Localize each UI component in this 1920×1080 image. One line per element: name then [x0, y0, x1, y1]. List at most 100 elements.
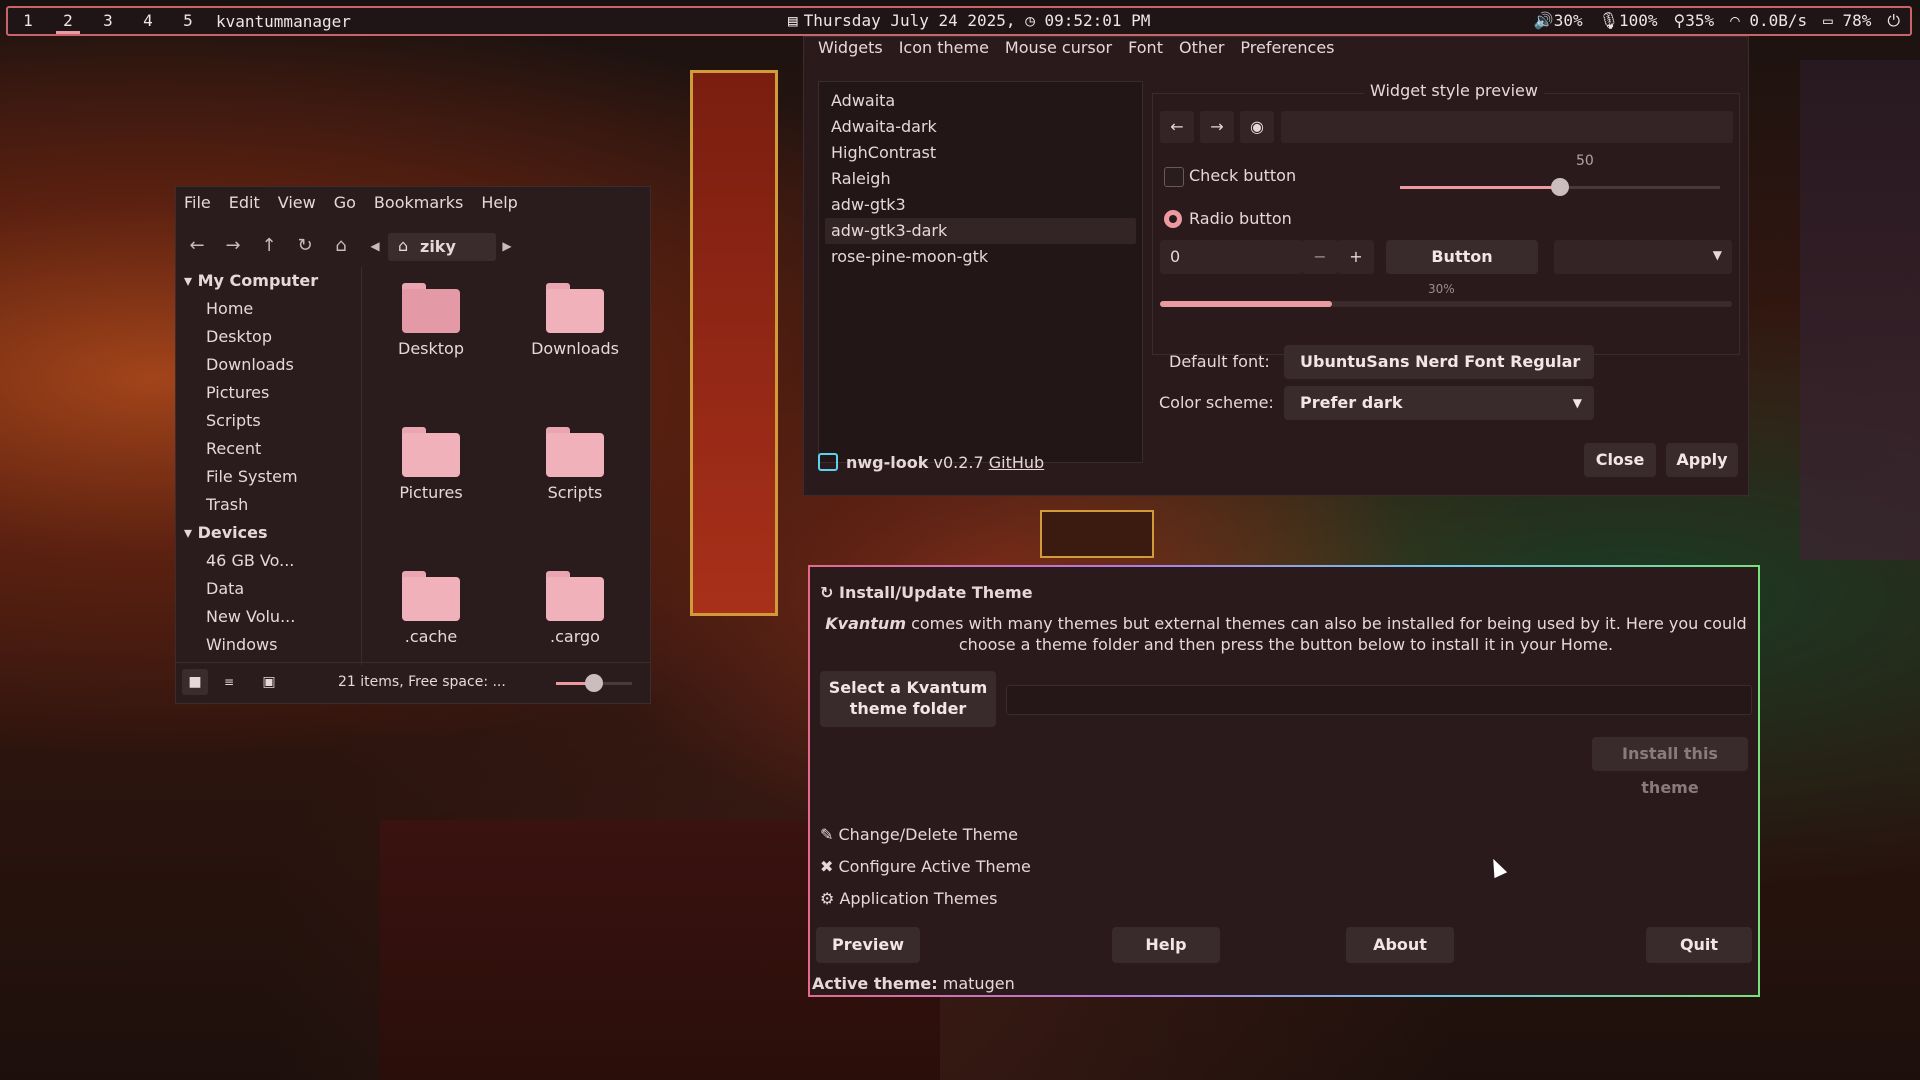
sidebar-header-my-computer[interactable]: ▾ My Computer — [176, 267, 361, 295]
change-delete-theme-link[interactable]: ✎ Change/Delete Theme — [820, 825, 1018, 844]
application-themes-link[interactable]: ⚙ Application Themes — [820, 889, 997, 908]
menu-file[interactable]: File — [184, 193, 211, 212]
sidebar-device-data[interactable]: Data — [176, 575, 361, 603]
home-icon[interactable]: ⌂ — [326, 229, 356, 263]
preview-label: Widget style preview — [1364, 81, 1544, 100]
install-theme-button[interactable]: Install this theme — [1592, 737, 1748, 797]
quit-button[interactable]: Quit — [1646, 927, 1752, 963]
file-item[interactable]: Downloads — [515, 283, 635, 358]
tab-mouse-cursor[interactable]: Mouse cursor — [1005, 37, 1112, 65]
up-icon[interactable]: ↑ — [254, 229, 284, 263]
folder-path-field[interactable] — [1006, 685, 1752, 715]
record-button[interactable]: ◉ — [1240, 111, 1274, 143]
menu-edit[interactable]: Edit — [229, 193, 260, 212]
tab-widgets[interactable]: Widgets — [818, 37, 883, 65]
check-button-box[interactable] — [1164, 167, 1184, 187]
zoom-slider[interactable] — [556, 674, 632, 692]
power-icon[interactable]: ⏻ — [1887, 8, 1900, 34]
preview-button[interactable]: Button — [1386, 240, 1538, 274]
font-chooser-button[interactable]: UbuntuSans Nerd Font Regular 13 — [1284, 345, 1594, 405]
sidebar-device-46gb[interactable]: 46 GB Vo... — [176, 547, 361, 575]
preview-button[interactable]: Preview — [816, 927, 920, 963]
spin-entry[interactable]: 0 — [1160, 240, 1302, 274]
slider-track[interactable] — [1400, 178, 1720, 196]
sidebar-device-new-volume[interactable]: New Volu... — [176, 603, 361, 631]
mic-indicator[interactable]: 🎙100% — [1599, 8, 1658, 34]
clock[interactable]: ▤ Thursday July 24 2025, ◷ 09:52:01 PM — [788, 8, 1150, 34]
close-button[interactable]: Close — [1584, 443, 1656, 477]
forward-button[interactable]: → — [1200, 111, 1234, 143]
tab-icon-theme[interactable]: Icon theme — [899, 37, 989, 65]
places-icon[interactable]: ■ — [182, 669, 208, 695]
volume-indicator[interactable]: 🔊30% — [1534, 8, 1583, 34]
progress-fill — [1160, 301, 1332, 307]
crumb-right-icon[interactable]: ▶ — [492, 229, 522, 263]
sidebar-item-pictures[interactable]: Pictures — [176, 379, 361, 407]
file-label: .cache — [404, 627, 458, 646]
theme-item[interactable]: rose-pine-moon-gtk — [819, 244, 1142, 270]
status-area: 🔊30% 🎙100% ⚲35% ◠ 0.0B/s ▭ 78% ⏻ — [1534, 8, 1900, 34]
radio-button-dot[interactable] — [1164, 210, 1182, 228]
file-item[interactable]: .cargo — [515, 571, 635, 646]
spin-plus-button[interactable]: + — [1338, 240, 1374, 274]
sidebar-item-trash[interactable]: Trash — [176, 491, 361, 519]
menu-go[interactable]: Go — [334, 193, 356, 212]
workspace-2[interactable]: 2 — [48, 8, 88, 34]
sidebar-device-windows[interactable]: Windows — [176, 631, 361, 659]
theme-item[interactable]: adw-gtk3 — [819, 192, 1142, 218]
preview-dropdown[interactable]: ▼ — [1554, 240, 1732, 274]
bluetooth-indicator[interactable]: ⚲35% — [1673, 8, 1714, 34]
sidebar-item-recent[interactable]: Recent — [176, 435, 361, 463]
workspace-3[interactable]: 3 — [88, 8, 128, 34]
tab-preferences[interactable]: Preferences — [1240, 37, 1334, 65]
sidebar-item-scripts[interactable]: Scripts — [176, 407, 361, 435]
theme-item[interactable]: Raleigh — [819, 166, 1142, 192]
sidebar-item-home[interactable]: Home — [176, 295, 361, 323]
theme-item[interactable]: Adwaita — [819, 88, 1142, 114]
back-icon[interactable]: ← — [182, 229, 212, 263]
reload-icon[interactable]: ↻ — [290, 229, 320, 263]
file-item[interactable]: Scripts — [515, 427, 635, 502]
tree-icon[interactable]: ≡ — [216, 669, 242, 695]
workspace-5[interactable]: 5 — [168, 8, 208, 34]
sidebar-item-file-system[interactable]: File System — [176, 463, 361, 491]
progress-bar — [1160, 301, 1732, 307]
sidebar-item-desktop[interactable]: Desktop — [176, 323, 361, 351]
apply-button[interactable]: Apply — [1666, 443, 1738, 477]
install-section-header[interactable]: ↻ Install/Update Theme — [820, 583, 1033, 602]
help-button[interactable]: Help — [1112, 927, 1220, 963]
sidebar-toggle-icon[interactable]: ▣ — [256, 669, 282, 695]
file-item[interactable]: .cache — [371, 571, 491, 646]
back-button[interactable]: ← — [1160, 111, 1194, 143]
spin-minus-button[interactable]: − — [1302, 240, 1338, 274]
menu-view[interactable]: View — [278, 193, 316, 212]
theme-item[interactable]: Adwaita-dark — [819, 114, 1142, 140]
slider-knob[interactable] — [1551, 178, 1569, 196]
sidebar-item-downloads[interactable]: Downloads — [176, 351, 361, 379]
active-theme-label: Active theme: — [812, 974, 938, 993]
sidebar-header-devices[interactable]: ▾ Devices — [176, 519, 361, 547]
workspace-1[interactable]: 1 — [8, 8, 48, 34]
select-folder-button[interactable]: Select a Kvantum theme folder — [820, 671, 996, 727]
menu-bookmarks[interactable]: Bookmarks — [374, 193, 463, 212]
forward-icon[interactable]: → — [218, 229, 248, 263]
chevron-down-icon: ▼ — [1712, 248, 1722, 262]
crumb-left-icon[interactable]: ◀ — [360, 229, 390, 263]
theme-item[interactable]: HighContrast — [819, 140, 1142, 166]
tab-font[interactable]: Font — [1128, 37, 1163, 65]
github-link[interactable]: GitHub — [989, 453, 1044, 472]
menu-help[interactable]: Help — [481, 193, 517, 212]
breadcrumb[interactable]: ⌂ ziky — [388, 233, 496, 261]
file-item[interactable]: Desktop — [371, 283, 491, 358]
file-item[interactable]: Pictures — [371, 427, 491, 502]
workspace-4[interactable]: 4 — [128, 8, 168, 34]
network-indicator[interactable]: ◠ 0.0B/s — [1730, 8, 1807, 34]
slider-value: 50 — [1576, 153, 1594, 169]
configure-theme-link[interactable]: ✖ Configure Active Theme — [820, 857, 1031, 876]
preview-entry[interactable] — [1281, 111, 1733, 143]
theme-item-selected[interactable]: adw-gtk3-dark — [825, 218, 1136, 244]
color-scheme-dropdown[interactable]: Prefer dark ▼ — [1284, 386, 1594, 420]
about-button[interactable]: About — [1346, 927, 1454, 963]
zoom-slider-knob[interactable] — [585, 674, 603, 692]
tab-other[interactable]: Other — [1179, 37, 1224, 65]
